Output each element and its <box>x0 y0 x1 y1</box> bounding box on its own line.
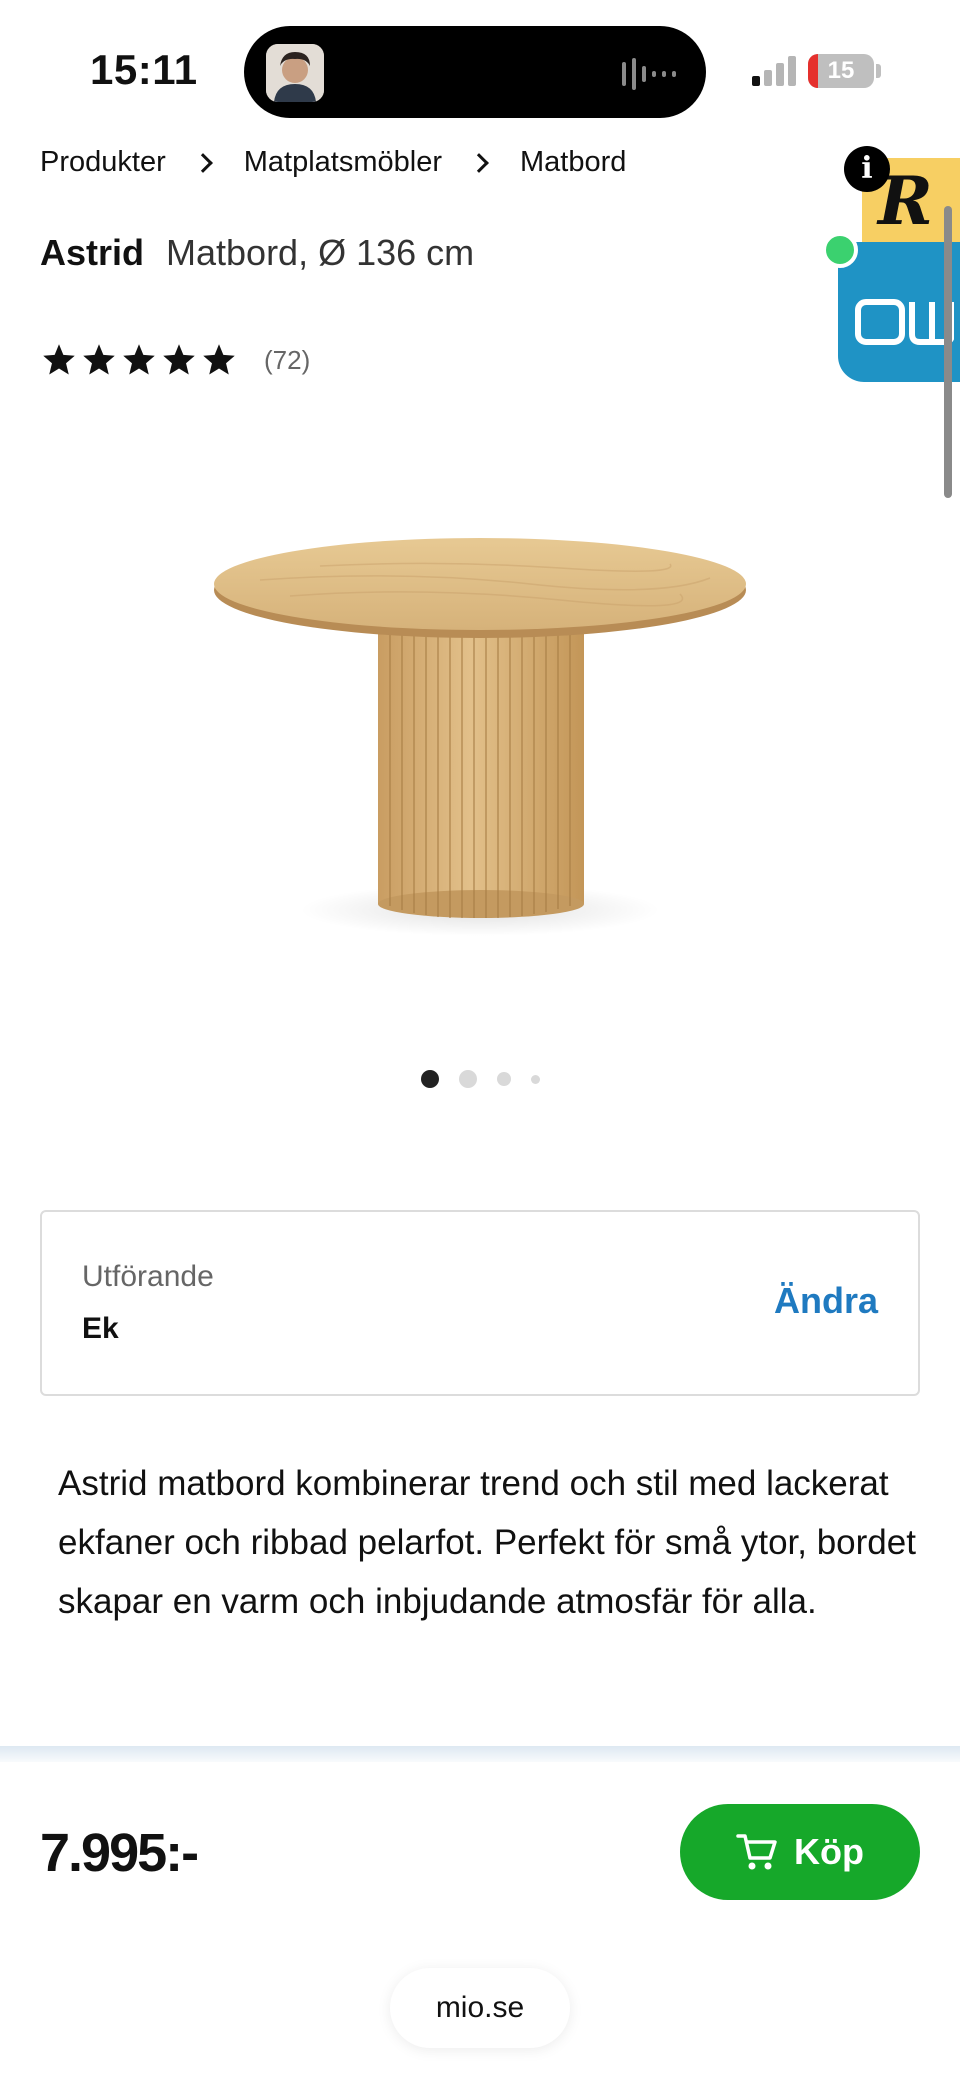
product-brand: Astrid <box>40 232 145 273</box>
battery-level: 15 <box>827 57 855 84</box>
status-bar: 15:11 15 <box>0 0 960 130</box>
change-variant-button[interactable]: Ändra <box>774 1280 878 1322</box>
carousel-dot[interactable] <box>496 1072 511 1086</box>
address-bar[interactable]: mio.se <box>390 1968 570 2048</box>
battery-icon: 15 <box>808 54 874 88</box>
online-status-dot <box>822 232 858 268</box>
scrollbar[interactable] <box>944 206 952 498</box>
product-subtitle: Matbord, Ø 136 cm <box>166 232 475 273</box>
review-count[interactable]: (72) <box>264 345 310 376</box>
star-icon <box>43 344 75 375</box>
product-image[interactable] <box>200 520 760 940</box>
breadcrumb-item-produkter[interactable]: Produkter <box>40 146 166 179</box>
widget-window-icon <box>855 299 954 345</box>
chevron-right-icon <box>192 152 213 173</box>
status-time: 15:11 <box>90 46 198 93</box>
product-title: Astrid Matbord, Ø 136 cm <box>40 232 474 274</box>
image-carousel-dots[interactable] <box>0 1070 960 1088</box>
caller-avatar <box>266 44 324 102</box>
shopping-cart-icon <box>736 1834 777 1870</box>
floating-extension-widget[interactable]: R i <box>822 146 960 384</box>
star-icon <box>83 344 115 375</box>
cellular-signal-icon <box>752 56 796 86</box>
carousel-dot[interactable] <box>530 1074 540 1084</box>
breadcrumb: Produkter Matplatsmöbler Matbord <box>40 146 626 179</box>
breadcrumb-item-matplatsmobler[interactable]: Matplatsmöbler <box>244 146 442 179</box>
star-icon <box>163 344 195 375</box>
carousel-dot[interactable] <box>420 1070 439 1088</box>
star-icon <box>203 344 235 375</box>
variant-selector[interactable]: Utförande Ek Ändra <box>40 1210 920 1396</box>
chevron-right-icon <box>469 152 489 173</box>
rating-stars <box>40 342 240 378</box>
battery-tip <box>876 64 881 78</box>
breadcrumb-item-matbord[interactable]: Matbord <box>520 146 626 179</box>
audio-wave-icon <box>622 58 676 90</box>
star-icon <box>123 344 155 375</box>
product-description: Astrid matbord kombinerar trend och stil… <box>58 1464 916 1621</box>
buy-button-label: Köp <box>794 1831 864 1872</box>
variant-value: Ek <box>82 1312 119 1345</box>
dynamic-island[interactable] <box>244 26 706 118</box>
buy-button[interactable]: Köp <box>680 1804 920 1900</box>
product-price: 7.995:- <box>40 1823 199 1883</box>
carousel-dot[interactable] <box>458 1070 477 1088</box>
product-rating[interactable]: (72) <box>40 342 310 378</box>
info-icon[interactable]: i <box>844 146 890 192</box>
variant-label: Utförande <box>82 1260 214 1293</box>
